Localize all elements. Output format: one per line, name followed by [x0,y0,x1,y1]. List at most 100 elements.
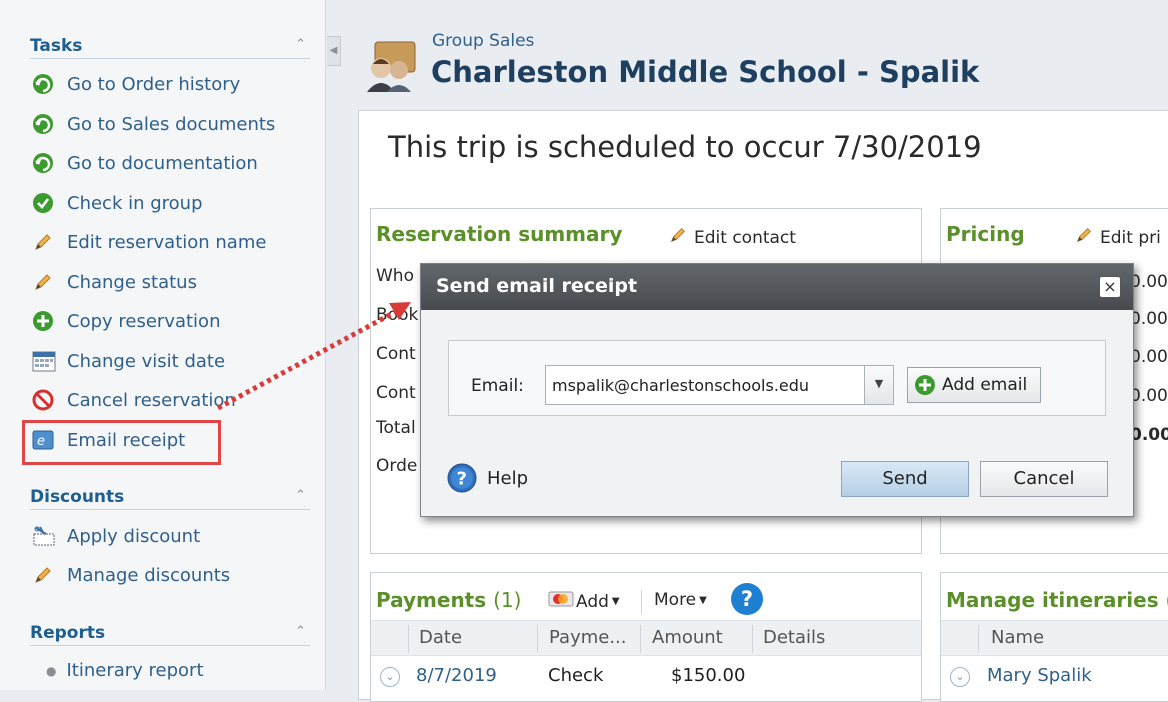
task-label: Go to documentation [67,152,258,174]
email-value: mspalik@charlestonschools.edu [552,376,810,395]
close-icon[interactable]: × [1099,276,1121,298]
column-header-name[interactable]: Name [991,627,1044,648]
payments-count: (1) [493,588,522,612]
dialog-title: Send email receipt [436,275,638,297]
svg-text:?: ? [457,469,467,490]
discount-label: Apply discount [67,525,201,547]
payments-add-button[interactable]: Add ▼ [548,590,620,613]
email-label: Email: [471,376,524,396]
column-header-payment[interactable]: Payme... [549,627,627,648]
expand-row-icon[interactable]: ⌄ [380,667,400,687]
column-header-amount[interactable]: Amount [652,627,723,648]
collapse-icon[interactable]: ⌃ [295,37,306,52]
task-go-to-documentation[interactable]: Go to documentation [32,149,258,177]
pricing-value: 0.00 [1130,309,1168,329]
cancel-button[interactable]: Cancel [980,461,1108,497]
toolbar-divider [641,590,642,614]
edit-pricing-label: Edit pri [1100,227,1161,248]
bullet-icon: ● [46,663,57,678]
report-itinerary[interactable]: ● Itinerary report [46,660,204,681]
summary-row-label: Total [376,418,416,438]
more-label: More [654,590,697,610]
summary-row-label: Cont [376,383,416,403]
edit-contact-link[interactable]: Edit contact [668,225,796,250]
summary-row-label: Who [376,266,414,286]
pencil-icon [668,225,688,250]
payments-more-button[interactable]: More ▼ [654,590,707,610]
collapse-sidebar-icon[interactable]: ◀ [327,36,341,66]
task-label: Copy reservation [67,310,221,332]
pencil-icon [32,231,58,253]
add-email-button[interactable]: Add email [907,367,1041,403]
payment-amount: $150.00 [671,665,746,686]
discount-apply[interactable]: Apply discount [32,522,200,550]
help-icon[interactable]: ? [731,583,763,615]
tasks-section-header[interactable]: Tasks ⌃ [30,33,310,59]
reports-section-header[interactable]: Reports ⌃ [30,620,310,646]
send-button[interactable]: Send [841,461,969,497]
email-select[interactable]: mspalik@charlestonschools.edu ▼ [545,365,894,405]
page-category[interactable]: Group Sales [432,31,534,51]
green-arrow-icon [32,152,58,174]
reservation-summary-title: Reservation summary [376,222,623,246]
summary-row-label: Cont [376,344,416,364]
chevron-down-icon[interactable]: ▼ [864,366,893,404]
task-label: Edit reservation name [67,231,267,253]
expand-row-icon[interactable]: ⌄ [950,667,970,687]
task-label: Change visit date [67,350,226,372]
collapse-icon[interactable]: ⌃ [295,488,306,503]
itineraries-title: Manage itineraries ( [946,588,1168,612]
task-check-in-group[interactable]: Check in group [32,189,203,217]
discount-label: Manage discounts [67,564,231,586]
discount-manage[interactable]: Manage discounts [32,561,230,589]
add-email-label: Add email [942,375,1028,395]
task-go-to-order-history[interactable]: Go to Order history [32,70,240,98]
sidebar: Tasks ⌃ Go to Order history Go to Sales … [0,0,326,690]
green-plus-icon [32,310,58,332]
payments-title-text: Payments [376,588,487,612]
pricing-total-value: 0.00 [1130,425,1168,445]
collapse-icon[interactable]: ⌃ [295,624,306,639]
help-icon: ? [447,463,477,493]
task-edit-reservation-name[interactable]: Edit reservation name [32,228,266,256]
help-label: Help [487,467,529,489]
green-arrow-icon [32,113,58,135]
summary-row-label: Book [376,305,419,325]
payment-method: Check [548,665,604,686]
tasks-section-title: Tasks [30,36,83,56]
summary-row-label: Orde [376,456,418,476]
task-cancel-reservation[interactable]: Cancel reservation [32,386,236,414]
payment-date-link[interactable]: 8/7/2019 [416,665,497,686]
itinerary-name-link[interactable]: Mary Spalik [987,665,1092,686]
column-header-details[interactable]: Details [763,627,825,648]
reports-section-title: Reports [30,623,106,643]
task-go-to-sales-documents[interactable]: Go to Sales documents [32,110,275,138]
column-header-date[interactable]: Date [419,627,462,648]
send-email-receipt-dialog: Send email receipt × Email: mspalik@char… [420,263,1134,517]
task-label: Check in group [67,192,203,214]
task-change-status[interactable]: Change status [32,268,197,296]
column-separator [537,625,538,653]
pencil-icon [32,564,58,586]
dialog-titlebar[interactable]: Send email receipt × [421,264,1133,310]
task-label: Go to Order history [67,73,241,95]
pencil-icon [1074,225,1094,250]
discounts-section-header[interactable]: Discounts ⌃ [30,484,310,510]
column-separator [640,625,641,653]
task-change-visit-date[interactable]: Change visit date [32,347,225,375]
pricing-value: 0.00 [1130,386,1168,406]
edit-pricing-link[interactable]: Edit pri [1074,225,1161,250]
edit-contact-label: Edit contact [694,227,796,248]
trip-schedule-text: This trip is scheduled to occur 7/30/201… [388,130,982,164]
task-label: Go to Sales documents [67,113,276,135]
pricing-value: 0.00 [1130,272,1168,292]
dropdown-caret-icon: ▼ [611,596,620,607]
itineraries-table-header: Name [941,620,1168,656]
group-sales-icon [361,38,419,94]
help-link[interactable]: ? Help [447,463,528,493]
task-copy-reservation[interactable]: Copy reservation [32,307,220,335]
task-label: Change status [67,271,197,293]
credit-card-icon [548,590,574,613]
add-label: Add [576,591,609,612]
pricing-title: Pricing [946,222,1025,246]
